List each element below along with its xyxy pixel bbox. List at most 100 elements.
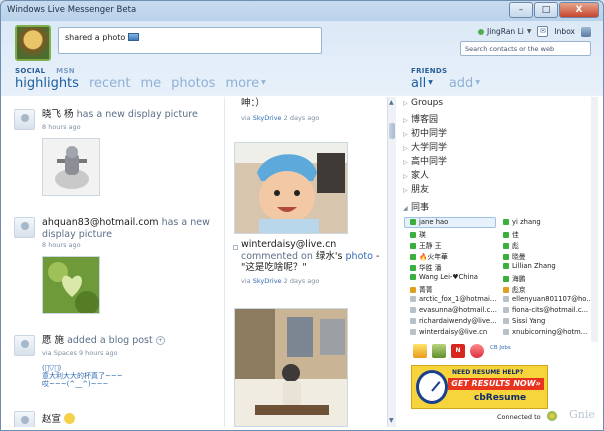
tab-msn[interactable]: MSN bbox=[56, 67, 75, 75]
contact-avatar[interactable] bbox=[14, 335, 35, 356]
contact-item[interactable]: 海鹏 bbox=[503, 273, 526, 283]
presence-status-icon bbox=[410, 296, 416, 302]
contact-item[interactable]: 菁菁 bbox=[410, 284, 433, 294]
chevron-down-icon[interactable]: ▼ bbox=[527, 28, 532, 35]
friends-scrollbar[interactable] bbox=[591, 97, 598, 342]
contact-item[interactable]: 佳 bbox=[503, 229, 519, 239]
presence-status-icon[interactable] bbox=[477, 28, 484, 35]
contact-item[interactable]: fiona-cits@hotmail.c... bbox=[503, 306, 588, 314]
connection-status: Connected to bbox=[497, 413, 541, 421]
contact-item[interactable]: Lillian Zhang bbox=[503, 262, 556, 270]
resume-ad-banner[interactable]: NEED RESUME HELP? GET RESULTS NOW» cbRes… bbox=[411, 365, 548, 409]
feed-item-time: via Spaces 9 hours ago bbox=[42, 349, 118, 357]
friends-filter-all[interactable]: all ▼ bbox=[411, 76, 433, 91]
contact-item[interactable]: richardaiwendy@live... bbox=[410, 317, 497, 325]
minimize-button[interactable]: – bbox=[509, 2, 533, 18]
contact-avatar[interactable] bbox=[14, 109, 35, 130]
title-bar[interactable]: Windows Live Messenger Beta – □ X bbox=[1, 1, 603, 21]
status-message-input[interactable]: shared a photo bbox=[58, 27, 322, 54]
app-icon[interactable] bbox=[413, 344, 427, 358]
group-header[interactable]: ◢ 同事 bbox=[403, 200, 429, 213]
maximize-button[interactable]: □ bbox=[534, 2, 558, 18]
search-input[interactable]: Search contacts or the web bbox=[460, 41, 591, 56]
nav-photos[interactable]: photos bbox=[171, 76, 215, 91]
feed-item-author[interactable]: winterdaisy@live.cn bbox=[241, 239, 336, 250]
app-icon[interactable] bbox=[432, 344, 446, 358]
group-header[interactable]: ▷ 家人 bbox=[403, 168, 429, 181]
contact-item[interactable]: 瑛 bbox=[410, 229, 426, 239]
group-header[interactable]: ▷ 博客园 bbox=[403, 112, 438, 125]
nav-more-label: more bbox=[225, 76, 260, 91]
heart-app-icon[interactable] bbox=[470, 344, 484, 358]
photo-link[interactable]: photo bbox=[346, 251, 373, 262]
display-picture-thumbnail[interactable] bbox=[42, 138, 100, 196]
shared-photo[interactable] bbox=[234, 308, 348, 427]
contact-item[interactable]: evasunna@hotmail.c... bbox=[410, 306, 497, 314]
contact-avatar[interactable] bbox=[14, 411, 35, 427]
contact-item[interactable]: arctic_fox_1@hotmai... bbox=[410, 295, 496, 303]
contact-item[interactable]: xnubicorning@hotm... bbox=[503, 328, 587, 336]
user-avatar[interactable] bbox=[15, 25, 51, 61]
nav-me[interactable]: me bbox=[140, 76, 161, 91]
contact-item[interactable]: 王静 王 bbox=[410, 240, 442, 250]
via-label: via bbox=[241, 114, 251, 122]
contact-item[interactable]: 华胜 潘 bbox=[410, 262, 442, 272]
contact-name: xnubicorning@hotm... bbox=[512, 328, 588, 336]
contact-item[interactable]: 彪 bbox=[503, 240, 519, 250]
feed-item-author[interactable]: ahquan83@hotmail.com bbox=[42, 217, 159, 228]
menu-icon[interactable] bbox=[581, 26, 591, 37]
feed-scrollbar[interactable]: ▲ ▼ bbox=[387, 97, 396, 427]
group-header-groups[interactable]: ▷ Groups bbox=[403, 98, 443, 108]
collapse-icon[interactable] bbox=[233, 245, 238, 250]
close-button[interactable]: X bbox=[559, 2, 599, 18]
friends-add[interactable]: add ▼ bbox=[449, 76, 480, 91]
ad-headline: NEED RESUME HELP? bbox=[452, 369, 524, 376]
display-picture-thumbnail[interactable] bbox=[42, 256, 100, 314]
shared-photo[interactable] bbox=[234, 142, 348, 234]
expand-icon: ▷ bbox=[403, 173, 408, 180]
windows-live-logo-icon[interactable] bbox=[547, 411, 557, 421]
presence-status-icon bbox=[503, 307, 509, 313]
feed-item-action: has a new bbox=[161, 217, 210, 228]
photo-owner[interactable]: 绿水 bbox=[316, 251, 335, 262]
collapse-icon: ◢ bbox=[403, 205, 408, 212]
scroll-up-icon[interactable]: ▲ bbox=[389, 99, 394, 106]
presence-status-icon bbox=[410, 274, 416, 280]
contact-name: winterdaisy@live.cn bbox=[419, 328, 488, 336]
contact-item[interactable]: winterdaisy@live.cn bbox=[410, 328, 487, 336]
cb-jobs-app-icon[interactable]: CB Jobs bbox=[490, 344, 511, 358]
feed-item-author[interactable]: 愿 施 bbox=[42, 335, 64, 346]
nav-more[interactable]: more ▼ bbox=[225, 76, 265, 91]
contact-item[interactable]: Wang Lei-♥China bbox=[410, 273, 478, 281]
netflix-app-icon[interactable]: N bbox=[451, 344, 465, 358]
nav-recent[interactable]: recent bbox=[89, 76, 131, 91]
feed-item-author[interactable]: 晓飞 杨 bbox=[42, 109, 74, 120]
presence-status-icon bbox=[410, 287, 416, 293]
blog-post-preview[interactable]: (ﾟ▽ﾟ) 意大利大大的杯真了~~~ 哎~~~(^__^)~~~ bbox=[42, 364, 123, 388]
scroll-down-icon[interactable]: ▼ bbox=[389, 417, 394, 424]
source-link[interactable]: SkyDrive bbox=[253, 277, 282, 285]
user-name[interactable]: JingRan Li bbox=[487, 27, 524, 36]
tab-social[interactable]: SOCIAL bbox=[15, 67, 45, 75]
contact-item[interactable]: yi zhang bbox=[503, 218, 541, 226]
nav-highlights[interactable]: highlights bbox=[15, 76, 79, 91]
contact-name: jane hao bbox=[419, 218, 449, 226]
group-header[interactable]: ▷ 大学同学 bbox=[403, 140, 447, 153]
contact-item[interactable]: 彪京 bbox=[503, 284, 526, 294]
contact-avatar[interactable] bbox=[14, 217, 35, 238]
source-link[interactable]: SkyDrive bbox=[253, 114, 282, 122]
contact-item[interactable]: 🔥火年華 bbox=[410, 251, 448, 261]
contact-item[interactable]: jane hao bbox=[410, 218, 448, 226]
add-comment-icon[interactable]: + bbox=[155, 336, 165, 345]
inbox-link[interactable]: Inbox bbox=[554, 27, 575, 36]
contact-item[interactable]: 晓曼 bbox=[503, 251, 526, 261]
group-header[interactable]: ▷ 高中同学 bbox=[403, 154, 447, 167]
group-header[interactable]: ▷ 初中同学 bbox=[403, 126, 447, 139]
contact-item[interactable]: ellenyuan801107@ho... bbox=[503, 295, 593, 303]
contact-item[interactable]: Sissi Yang bbox=[503, 317, 545, 325]
group-header[interactable]: ▷ 朋友 bbox=[403, 182, 429, 195]
feed-item-author[interactable]: 赵宣 bbox=[42, 414, 61, 425]
group-label: 初中同学 bbox=[411, 129, 448, 139]
scroll-thumb[interactable] bbox=[389, 123, 395, 139]
message-icon[interactable]: ✉ bbox=[537, 26, 549, 37]
